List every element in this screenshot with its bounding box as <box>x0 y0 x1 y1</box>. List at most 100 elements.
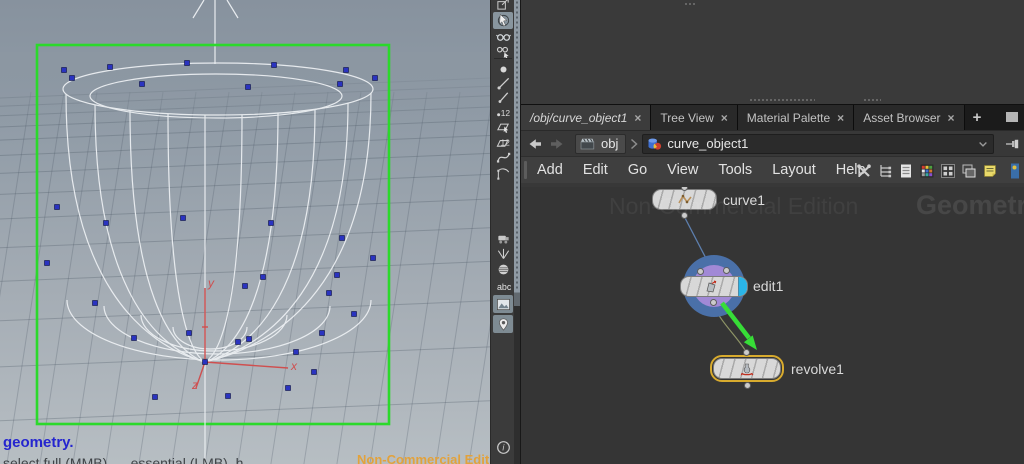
pen-tool-icon[interactable] <box>493 90 513 105</box>
control-point[interactable] <box>103 220 109 226</box>
control-point[interactable] <box>334 272 340 278</box>
control-point[interactable] <box>293 349 299 355</box>
tools-icon[interactable] <box>855 162 873 180</box>
control-point[interactable] <box>268 220 274 226</box>
hull-display-icon[interactable] <box>493 166 513 181</box>
control-point[interactable] <box>61 67 67 73</box>
select-tool-icon[interactable] <box>493 12 513 29</box>
tab-material-palette[interactable]: Material Palette × <box>737 105 855 130</box>
control-point[interactable] <box>184 60 190 66</box>
menu-layout[interactable]: Layout <box>762 162 826 178</box>
menu-go[interactable]: Go <box>618 162 657 178</box>
control-point[interactable] <box>337 81 343 87</box>
prim-numbers-icon[interactable]: 12 <box>493 134 513 149</box>
normals-display-icon[interactable] <box>493 246 513 261</box>
control-point[interactable] <box>326 290 332 296</box>
control-point[interactable] <box>246 336 252 342</box>
control-point[interactable] <box>245 84 251 90</box>
edit1-input-connector[interactable] <box>697 268 704 275</box>
list-icon[interactable] <box>897 162 915 180</box>
control-point[interactable] <box>44 260 50 266</box>
cart-icon[interactable] <box>493 231 513 246</box>
control-point[interactable] <box>260 274 266 280</box>
control-point[interactable] <box>319 330 325 336</box>
curve-display-icon[interactable] <box>493 150 513 165</box>
control-point[interactable] <box>285 385 291 391</box>
tab-close-icon[interactable]: × <box>634 111 641 125</box>
pane-collapse-grip[interactable] <box>684 2 696 7</box>
new-tab-button[interactable]: + <box>965 105 990 130</box>
node-revolve1[interactable] <box>710 355 784 382</box>
snap-pin-icon[interactable] <box>493 315 513 333</box>
control-point[interactable] <box>92 300 98 306</box>
note-icon[interactable] <box>981 162 999 180</box>
tab-asset-browser[interactable]: Asset Browser × <box>854 105 965 130</box>
node-edit1[interactable] <box>680 276 748 297</box>
back-button[interactable] <box>527 135 543 153</box>
control-point[interactable] <box>311 369 317 375</box>
network-editor[interactable]: Non-Commercial Edition Geometry curve1 <box>521 187 1024 464</box>
view-tool-icon[interactable] <box>493 30 513 45</box>
control-point[interactable] <box>271 62 277 68</box>
control-point[interactable] <box>202 359 208 365</box>
pane-split-grip2[interactable] <box>863 98 881 103</box>
pin-pane-button[interactable] <box>1004 136 1022 152</box>
control-point[interactable] <box>186 330 192 336</box>
export-view-icon[interactable] <box>493 0 513 11</box>
control-point[interactable] <box>107 64 113 70</box>
points-display-icon[interactable] <box>493 62 513 77</box>
control-point[interactable] <box>372 75 378 81</box>
brush-tool-icon[interactable] <box>493 76 513 91</box>
forward-button[interactable] <box>549 135 565 153</box>
tab-tree-view[interactable]: Tree View × <box>651 105 738 130</box>
treeview-icon[interactable] <box>876 162 894 180</box>
menu-tools[interactable]: Tools <box>708 162 762 178</box>
panes-icon[interactable] <box>960 162 978 180</box>
control-point[interactable] <box>225 393 231 399</box>
grid-icon[interactable] <box>939 162 957 180</box>
tab-close-icon[interactable]: × <box>948 111 955 125</box>
node-label-revolve1[interactable]: revolve1 <box>791 361 844 377</box>
control-point[interactable] <box>139 81 145 87</box>
control-point[interactable] <box>54 204 60 210</box>
maximize-pane-button[interactable] <box>1006 112 1018 122</box>
node-label-edit1[interactable]: edit1 <box>753 278 783 294</box>
curve1-output-connector[interactable] <box>681 212 688 219</box>
edit1-input-connector2[interactable] <box>723 267 730 274</box>
control-point[interactable] <box>343 67 349 73</box>
control-point[interactable] <box>235 339 241 345</box>
control-point[interactable] <box>351 311 357 317</box>
menu-view[interactable]: View <box>657 162 708 178</box>
control-point[interactable] <box>131 335 137 341</box>
pane-split-grip[interactable] <box>749 98 815 103</box>
path-dropdown-icon[interactable] <box>977 138 989 150</box>
text-display-icon[interactable]: abc <box>493 279 513 294</box>
edit1-output-connector[interactable] <box>710 299 717 306</box>
background-image-icon[interactable] <box>493 295 513 313</box>
current-node-path[interactable]: curve_object1 <box>642 133 995 154</box>
node-label-curve1[interactable]: curve1 <box>723 192 765 208</box>
control-point[interactable] <box>339 235 345 241</box>
tab--obj-curve-object1[interactable]: /obj/curve_object1 × <box>521 105 652 130</box>
revolve1-output-connector[interactable] <box>744 382 751 389</box>
control-point[interactable] <box>180 215 186 221</box>
disc-display-icon[interactable] <box>493 262 513 277</box>
point-numbers-icon[interactable]: 12 <box>493 104 513 119</box>
partial-panel-icon[interactable] <box>1002 162 1020 180</box>
info-icon[interactable]: i <box>493 440 513 455</box>
context-obj-button[interactable]: obj <box>575 133 627 154</box>
revolve1-input-connector[interactable] <box>743 349 750 356</box>
control-point[interactable] <box>152 394 158 400</box>
tab-close-icon[interactable]: × <box>837 111 844 125</box>
menu-add[interactable]: Add <box>527 162 573 178</box>
edit1-selectable-flag[interactable] <box>738 277 747 296</box>
control-point[interactable] <box>69 75 75 81</box>
scene-viewport[interactable]: y x z geometry. select full (MMB) essent… <box>0 0 490 464</box>
tab-close-icon[interactable]: × <box>721 111 728 125</box>
prim-select-icon[interactable] <box>493 119 513 134</box>
palette-icon[interactable] <box>918 162 936 180</box>
control-point[interactable] <box>370 255 376 261</box>
menu-edit[interactable]: Edit <box>573 162 618 178</box>
node-curve1[interactable] <box>652 189 717 210</box>
control-point[interactable] <box>242 283 248 289</box>
